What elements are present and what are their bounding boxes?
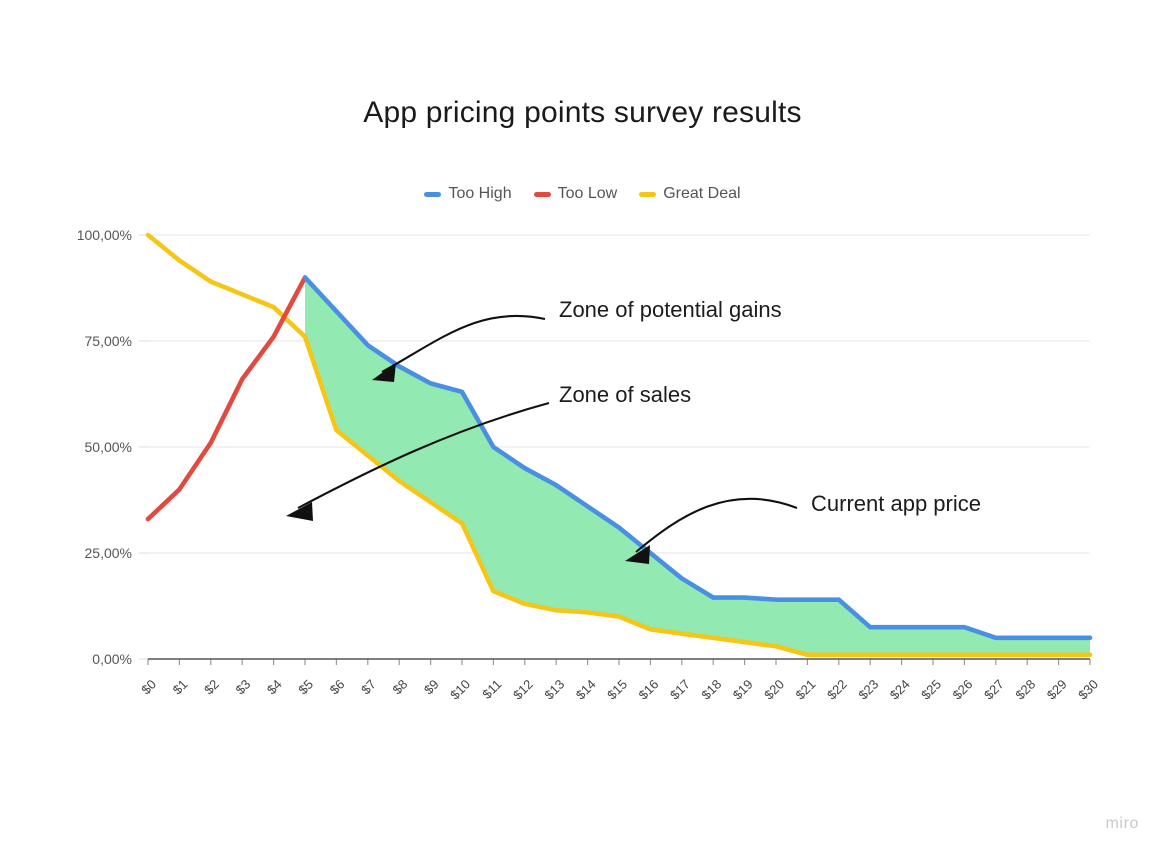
x-axis-tick-label: $2: [201, 677, 222, 698]
x-axis-tick-label: $10: [447, 677, 473, 703]
miro-watermark: miro: [1105, 815, 1139, 832]
annotation-label: Current app price: [811, 491, 981, 516]
x-axis-tick-label: $1: [170, 677, 191, 698]
y-axis-labels: 100,00% 75,00% 50,00% 25,00% 0,00%: [77, 227, 132, 667]
x-axis-tick-label: $22: [824, 677, 850, 703]
x-axis-tick-label: $4: [264, 677, 285, 698]
x-axis-tick-label: $19: [730, 677, 756, 703]
x-axis-tick-label: $28: [1012, 677, 1038, 703]
x-axis-tick-label: $29: [1044, 677, 1070, 703]
x-axis-tick-label: $25: [918, 677, 944, 703]
x-axis-tick-label: $30: [1075, 677, 1101, 703]
x-axis-tick-label: $0: [138, 677, 159, 698]
x-axis-tick-label: $17: [667, 677, 693, 703]
annotation-label: Zone of potential gains: [559, 297, 782, 322]
x-axis-ticks: [147, 659, 1091, 665]
y-axis-tick-label: 50,00%: [85, 439, 132, 455]
zone-of-sales-fill: [305, 277, 1090, 655]
zone-of-sales-area: [305, 277, 1090, 655]
y-axis-tick-label: 75,00%: [85, 333, 132, 349]
y-axis-tick-label: 100,00%: [77, 227, 132, 243]
x-axis-tick-label: $16: [636, 677, 662, 703]
y-axis-tick-label: 0,00%: [92, 651, 132, 667]
x-axis-tick-label: $21: [793, 677, 819, 703]
x-axis-tick-label: $8: [389, 677, 410, 698]
x-axis-tick-label: $3: [232, 677, 253, 698]
x-axis-tick-label: $5: [295, 677, 316, 698]
x-axis-tick-label: $20: [761, 677, 787, 703]
y-axis-tick-label: 25,00%: [85, 545, 132, 561]
x-axis-tick-label: $13: [541, 677, 567, 703]
annotation-zone-of-potential-gains: Zone of potential gains: [372, 297, 782, 382]
annotation-label: Zone of sales: [559, 382, 691, 407]
x-axis-tick-label: $11: [479, 677, 504, 702]
x-axis-tick-label: $14: [573, 677, 599, 703]
x-axis-tick-label: $6: [327, 677, 348, 698]
plot-area: 100,00% 75,00% 50,00% 25,00% 0,00% $0 $1 $2 $3 $…: [77, 227, 1101, 703]
x-axis-tick-label: $9: [421, 677, 442, 698]
x-axis-labels: $0 $1 $2 $3 $4 $5 $6 $7 $8 $9 $10 $11 $12 $13 $14 $15 $1…: [138, 677, 1101, 703]
x-axis-tick-label: $24: [887, 677, 913, 703]
x-axis-tick-label: $27: [981, 677, 1007, 703]
x-axis-tick-label: $23: [855, 677, 881, 703]
x-axis-tick-label: $26: [950, 677, 976, 703]
x-axis-tick-label: $18: [698, 677, 724, 703]
x-axis-tick-label: $7: [358, 677, 379, 698]
x-axis-tick-label: $12: [510, 677, 536, 703]
x-axis-tick-label: $15: [604, 677, 630, 703]
chart-container: App pricing points survey results Too Hi…: [0, 0, 1165, 858]
